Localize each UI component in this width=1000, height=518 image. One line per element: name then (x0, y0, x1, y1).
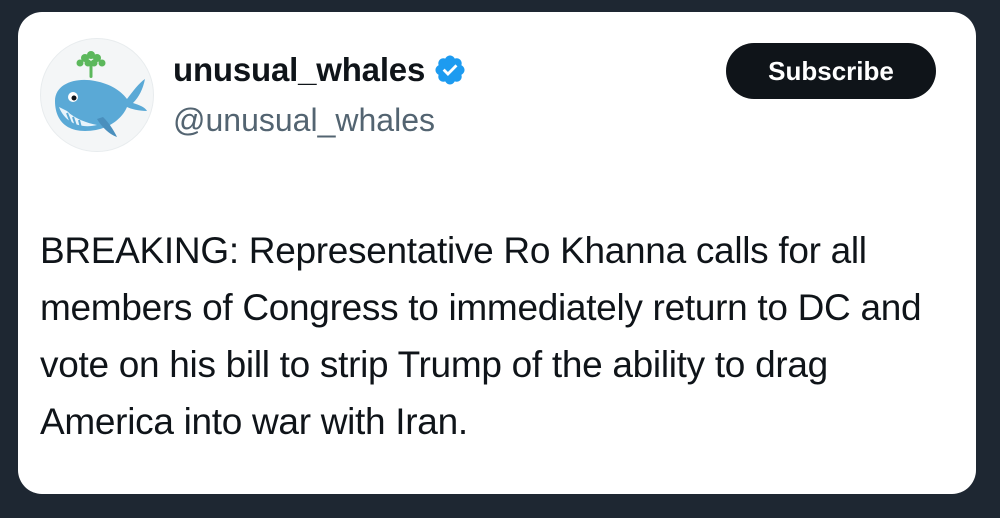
whale-logo-icon (55, 51, 147, 137)
user-handle[interactable]: @unusual_whales (173, 100, 435, 140)
display-name[interactable]: unusual_whales (173, 50, 425, 90)
tweet-text: BREAKING: Representative Ro Khanna calls… (40, 230, 922, 442)
tweet-card: unusual_whales @unusual_whales Subscribe… (18, 12, 976, 494)
verified-badge-icon (435, 55, 465, 85)
author-name-row: unusual_whales (173, 50, 467, 90)
subscribe-button[interactable]: Subscribe (726, 43, 936, 99)
avatar[interactable] (40, 38, 154, 152)
